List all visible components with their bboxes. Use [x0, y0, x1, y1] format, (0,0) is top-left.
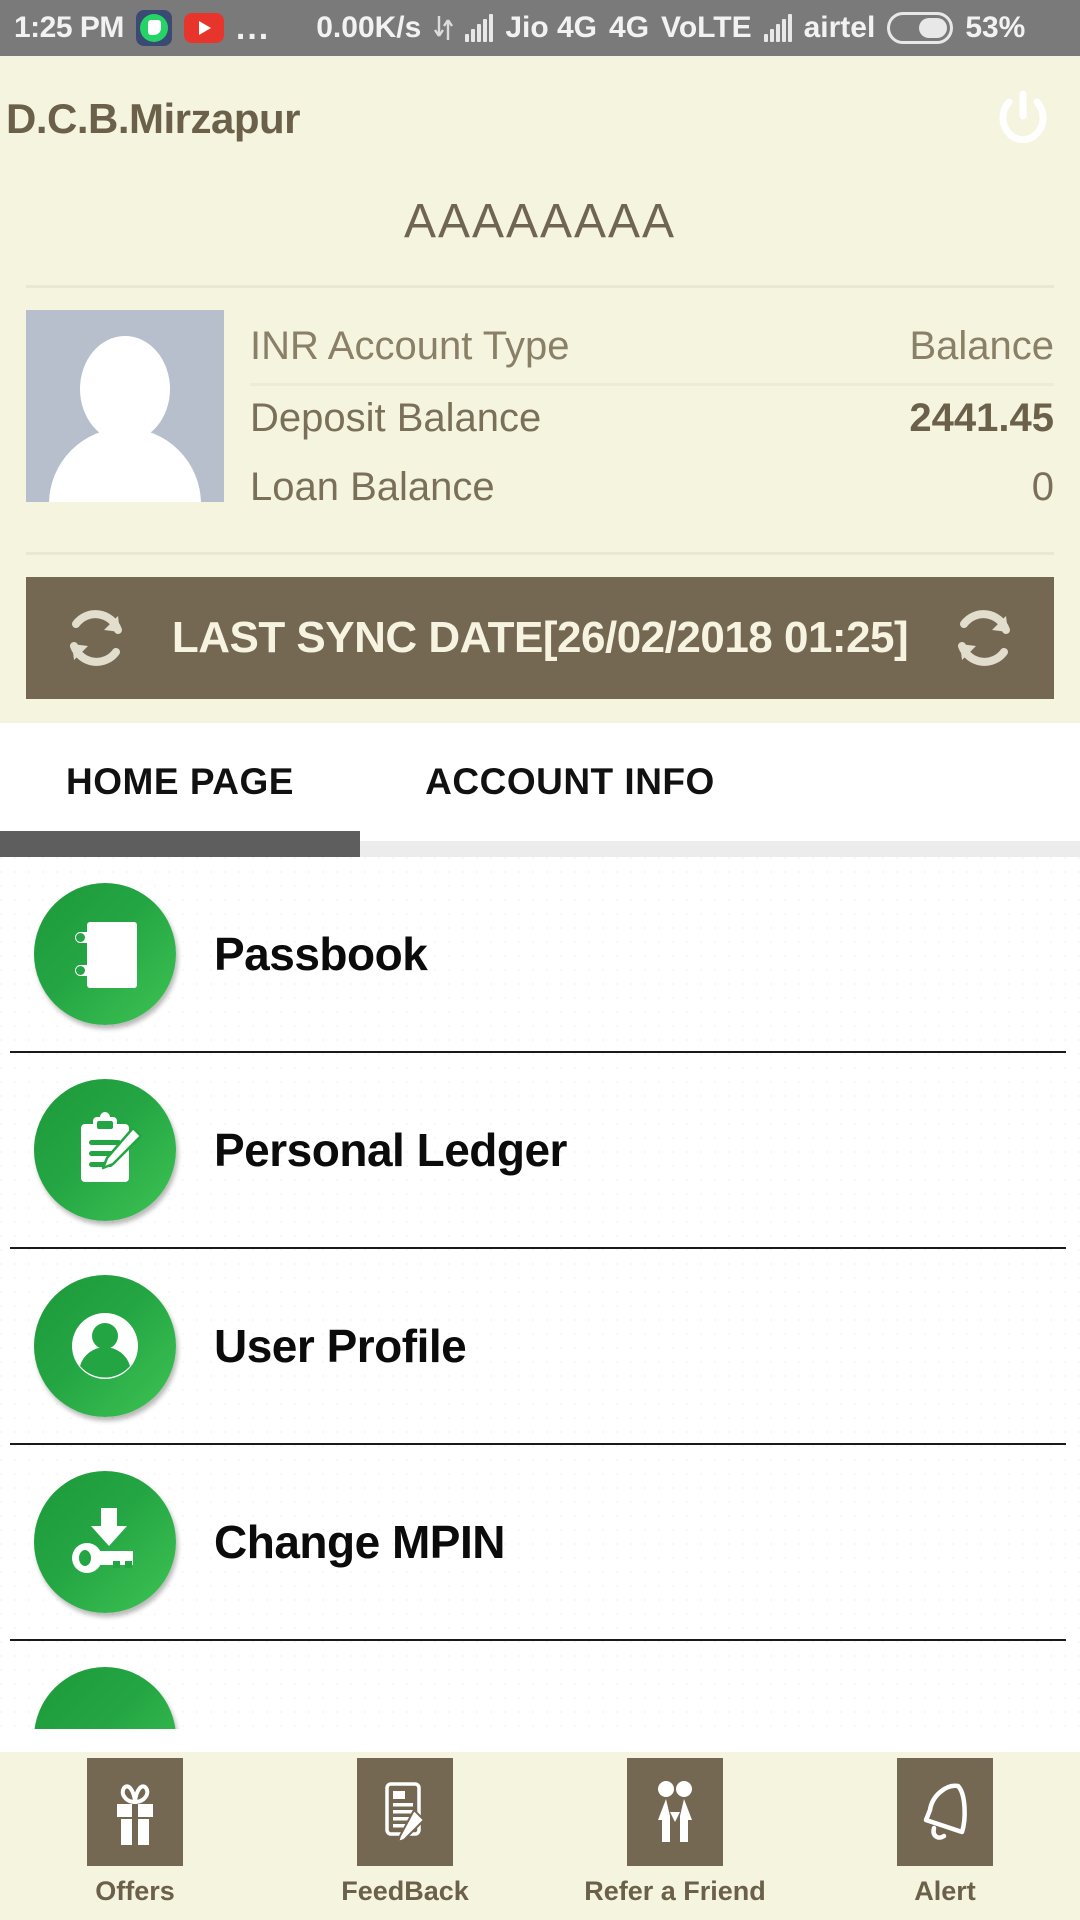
volte-label: VoLTE: [661, 11, 752, 44]
tab-indicator-track: [0, 831, 1080, 857]
column-header-account-type: INR Account Type: [250, 324, 570, 368]
last-sync-date-text: LAST SYNC DATE[26/02/2018 01:25]: [171, 613, 909, 662]
passbook-icon: [34, 883, 176, 1025]
app-header: D.C.B.Mirzapur AAAAAAAA INR Account Type…: [0, 56, 1080, 723]
clipboard-pencil-icon: [34, 1079, 176, 1221]
sim2-label: airtel: [803, 11, 876, 44]
battery-icon: [887, 12, 954, 44]
refresh-icon-right[interactable]: [948, 602, 1020, 674]
status-bar-overflow-icon: ...: [235, 8, 271, 47]
deposit-balance-value: 2441.45: [909, 396, 1054, 440]
bottom-nav-refer-a-friend[interactable]: Refer a Friend: [540, 1758, 810, 1907]
partial-item-icon: [34, 1667, 176, 1729]
header-top-row: D.C.B.Mirzapur: [0, 56, 1080, 152]
header-bottom-padding: [0, 699, 1080, 723]
bottom-nav-offers[interactable]: Offers: [0, 1758, 270, 1907]
gift-icon: [87, 1758, 183, 1866]
two-people-icon: [627, 1758, 723, 1866]
list-item-passbook[interactable]: Passbook: [10, 857, 1066, 1053]
bottom-nav-label: Offers: [95, 1876, 175, 1906]
tab-home-page[interactable]: HOME PAGE: [0, 761, 360, 803]
sync-section: LAST SYNC DATE[26/02/2018 01:25]: [0, 524, 1080, 699]
user-profile-icon: [34, 1275, 176, 1417]
list-item-user-profile[interactable]: User Profile: [10, 1249, 1066, 1445]
bottom-nav-label: Alert: [914, 1876, 976, 1906]
home-menu-list: Passbook Personal Ledger User Profile Ch…: [0, 857, 1080, 1729]
status-bar-data-speed: 0.00K/s: [316, 11, 422, 44]
account-summary: INR Account Type Balance Deposit Balance…: [0, 288, 1080, 524]
last-sync-bar[interactable]: LAST SYNC DATE[26/02/2018 01:25]: [26, 577, 1054, 699]
table-row: Loan Balance 0: [250, 455, 1054, 524]
table-row: Deposit Balance 2441.45: [250, 386, 1054, 455]
status-bar-time: 1:25 PM: [14, 11, 124, 44]
list-item-label: Change MPIN: [214, 1516, 505, 1568]
up-down-arrows-icon: [433, 12, 454, 44]
youtube-icon: [183, 13, 224, 43]
avatar-body: [49, 428, 201, 502]
list-item-label: Passbook: [214, 928, 428, 980]
tab-bar: HOME PAGE ACCOUNT INFO: [0, 723, 1080, 841]
table-header-row: INR Account Type Balance: [250, 314, 1054, 383]
whatsapp-icon: [135, 10, 172, 46]
sim2-signal-icon: [763, 14, 792, 42]
bottom-nav-alert[interactable]: Alert: [810, 1758, 1080, 1907]
user-avatar-placeholder: [26, 310, 224, 502]
list-item-partial[interactable]: [10, 1641, 1066, 1729]
page-title: D.C.B.Mirzapur: [6, 95, 301, 142]
bottom-nav-feedback[interactable]: FeedBack: [270, 1758, 540, 1907]
refresh-icon-left[interactable]: [60, 602, 132, 674]
network-type-label: 4G: [609, 11, 650, 44]
account-balance-table: INR Account Type Balance Deposit Balance…: [250, 310, 1054, 524]
key-download-icon: [34, 1471, 176, 1613]
column-header-balance: Balance: [909, 324, 1054, 368]
account-holder-name: AAAAAAAA: [403, 195, 677, 248]
status-bar: 1:25 PM ... 0.00K/s Jio 4G 4G VoLTE airt…: [0, 0, 1080, 56]
sync-divider: [26, 552, 1054, 555]
loan-balance-label: Loan Balance: [250, 465, 495, 509]
loan-balance-value: 0: [1031, 465, 1054, 509]
power-icon[interactable]: [990, 86, 1056, 152]
list-item-label: User Profile: [214, 1320, 467, 1372]
document-pencil-icon: [357, 1758, 453, 1866]
bell-icon: [897, 1758, 993, 1866]
bottom-nav-label: FeedBack: [341, 1876, 469, 1906]
bottom-nav-label: Refer a Friend: [584, 1876, 766, 1906]
sim1-label: Jio 4G: [505, 11, 598, 44]
list-item-change-mpin[interactable]: Change MPIN: [10, 1445, 1066, 1641]
tab-account-info[interactable]: ACCOUNT INFO: [360, 761, 780, 803]
list-item-personal-ledger[interactable]: Personal Ledger: [10, 1053, 1066, 1249]
battery-percent-label: 53%: [965, 11, 1026, 44]
deposit-balance-label: Deposit Balance: [250, 396, 542, 440]
sim1-signal-icon: [465, 14, 494, 42]
avatar-head: [80, 336, 170, 442]
bottom-navigation-bar: Offers FeedBack Refer a Friend Alert: [0, 1752, 1080, 1920]
tab-active-indicator: [0, 831, 360, 857]
list-item-label: Personal Ledger: [214, 1124, 567, 1176]
